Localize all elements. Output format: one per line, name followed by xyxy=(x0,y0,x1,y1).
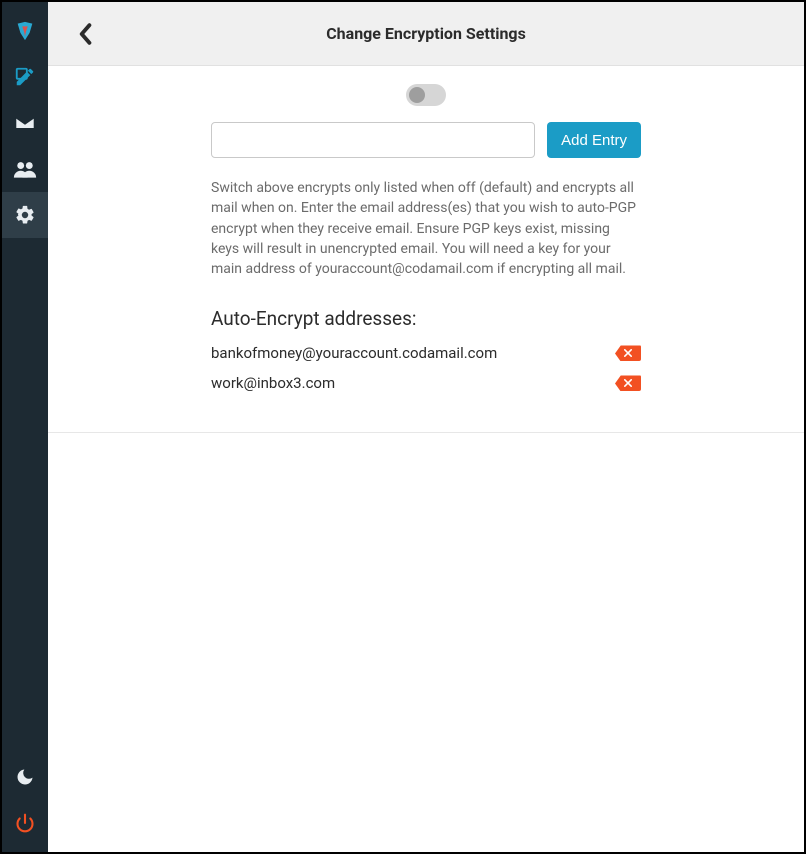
delete-address-button[interactable] xyxy=(615,345,641,361)
settings-card: Add Entry Switch above encrypts only lis… xyxy=(48,66,804,433)
sidebar-item-settings[interactable] xyxy=(2,192,48,238)
address-row: work@inbox3.com xyxy=(211,374,641,392)
page-title: Change Encryption Settings xyxy=(48,24,804,43)
gear-icon xyxy=(14,204,36,226)
close-icon xyxy=(624,349,632,357)
power-icon xyxy=(15,813,35,833)
add-entry-button[interactable]: Add Entry xyxy=(547,122,641,158)
header: Change Encryption Settings xyxy=(48,2,804,66)
delete-address-button[interactable] xyxy=(615,375,641,391)
sidebar-item-compose[interactable] xyxy=(2,54,48,100)
address-text: work@inbox3.com xyxy=(211,374,335,392)
section-heading: Auto-Encrypt addresses: xyxy=(211,307,641,330)
moon-icon xyxy=(15,767,35,787)
encrypt-all-toggle[interactable] xyxy=(406,84,446,106)
address-list: bankofmoney@youraccount.codamail.com wor… xyxy=(211,344,641,392)
email-input[interactable] xyxy=(211,122,535,158)
empty-space xyxy=(48,433,804,852)
sidebar-item-mail[interactable] xyxy=(2,100,48,146)
sidebar-item-contacts[interactable] xyxy=(2,146,48,192)
contacts-icon xyxy=(13,158,37,180)
toggle-knob xyxy=(409,87,425,103)
mail-icon xyxy=(14,112,36,134)
sidebar-item-darkmode[interactable] xyxy=(2,754,48,800)
sidebar xyxy=(2,2,48,852)
close-icon xyxy=(624,379,632,387)
address-text: bankofmoney@youraccount.codamail.com xyxy=(211,344,497,362)
helper-text: Switch above encrypts only listed when o… xyxy=(211,178,641,279)
compose-icon xyxy=(14,66,36,88)
chevron-left-icon xyxy=(78,23,92,45)
back-button[interactable] xyxy=(62,2,108,65)
logo-icon xyxy=(14,20,36,42)
app-logo[interactable] xyxy=(2,8,48,54)
sidebar-item-power[interactable] xyxy=(2,800,48,846)
main-content: Change Encryption Settings Add Entry Swi… xyxy=(48,2,804,852)
address-row: bankofmoney@youraccount.codamail.com xyxy=(211,344,641,362)
